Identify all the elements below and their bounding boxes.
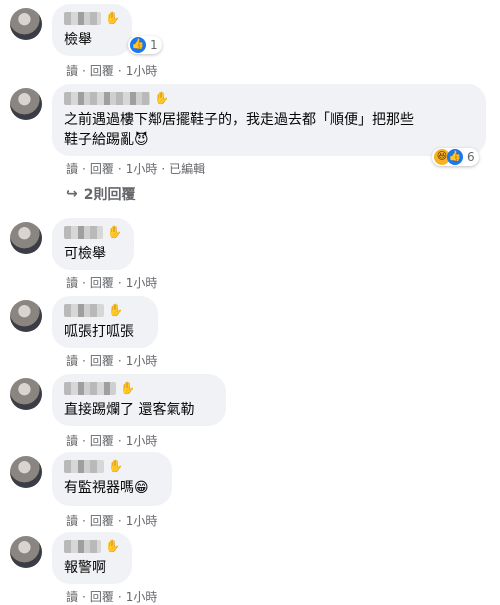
- comment-bubble: ✋ 檢舉: [52, 4, 132, 56]
- reply-link[interactable]: 回覆: [90, 512, 114, 529]
- timestamp[interactable]: 1小時: [126, 352, 158, 369]
- timestamp[interactable]: 1小時: [126, 432, 158, 449]
- wave-hand-icon: ✋: [105, 11, 120, 25]
- timestamp[interactable]: 1小時: [126, 160, 158, 177]
- comment-bubble: ✋ 有監視器嗎😁: [52, 452, 172, 506]
- read-link[interactable]: 讀: [66, 274, 78, 291]
- comment-actions: 讀 · 回覆 · 1小時: [66, 432, 158, 449]
- devil-emoji: 😈: [134, 132, 149, 148]
- avatar[interactable]: [10, 536, 42, 568]
- wave-hand-icon: ✋: [105, 539, 120, 553]
- like-icon: 👍: [130, 37, 146, 53]
- comment-text: 檢舉: [64, 32, 92, 48]
- timestamp[interactable]: 1小時: [126, 62, 158, 79]
- read-link[interactable]: 讀: [66, 352, 78, 369]
- wave-hand-icon: ✋: [108, 303, 123, 317]
- avatar[interactable]: [10, 378, 42, 410]
- commenter-name[interactable]: [64, 225, 104, 239]
- reply-link[interactable]: 回覆: [90, 352, 114, 369]
- commenter-name[interactable]: [64, 91, 150, 105]
- comment-bubble: ✋ 報警啊: [52, 532, 132, 584]
- commenter-name[interactable]: [64, 459, 104, 473]
- wave-hand-icon: ✋: [154, 91, 169, 105]
- comment-text: 可檢舉: [64, 246, 106, 262]
- reply-link[interactable]: 回覆: [90, 432, 114, 449]
- read-link[interactable]: 讀: [66, 588, 78, 605]
- commenter-name[interactable]: [64, 303, 104, 317]
- read-link[interactable]: 讀: [66, 512, 78, 529]
- like-icon: 👍: [447, 149, 463, 165]
- reply-arrow-icon: ↪: [66, 186, 78, 202]
- grin-emoji: 😁: [134, 480, 149, 496]
- commenter-name[interactable]: [64, 381, 116, 395]
- timestamp[interactable]: 1小時: [126, 274, 158, 291]
- commenter-name[interactable]: [64, 539, 102, 553]
- comment-actions: 讀 · 回覆 · 1小時: [66, 588, 158, 605]
- wave-hand-icon: ✋: [108, 459, 123, 473]
- comment-text: 直接踢爛了 還客氣勒: [64, 402, 195, 418]
- read-link[interactable]: 讀: [66, 160, 78, 177]
- edited-label: 已編輯: [169, 162, 206, 176]
- comment-text-line-1: 之前遇過樓下鄰居擺鞋子的，我走過去都「順便」把那些: [64, 112, 414, 128]
- avatar[interactable]: [10, 222, 42, 254]
- wave-hand-icon: ✋: [107, 225, 122, 239]
- comment-actions: 讀 · 回覆 · 1小時: [66, 62, 158, 79]
- reply-link[interactable]: 回覆: [90, 588, 114, 605]
- comment-bubble: ✋ 可檢舉: [52, 218, 134, 270]
- comment-actions: 讀 · 回覆 · 1小時 · 已編輯: [66, 160, 206, 177]
- read-link[interactable]: 讀: [66, 62, 78, 79]
- commenter-name[interactable]: [64, 11, 102, 25]
- timestamp[interactable]: 1小時: [126, 512, 158, 529]
- comment-bubble: ✋ 之前遇過樓下鄰居擺鞋子的，我走過去都「順便」把那些 鞋子給踢亂😈: [52, 84, 486, 156]
- timestamp[interactable]: 1小時: [126, 588, 158, 605]
- reaction-badge[interactable]: 👍 1: [128, 36, 162, 54]
- read-link[interactable]: 讀: [66, 432, 78, 449]
- comment-actions: 讀 · 回覆 · 1小時: [66, 274, 158, 291]
- reply-link[interactable]: 回覆: [90, 160, 114, 177]
- reply-link[interactable]: 回覆: [90, 62, 114, 79]
- avatar[interactable]: [10, 88, 42, 120]
- comment-bubble: ✋ 呱張打呱張: [52, 296, 158, 348]
- avatar[interactable]: [10, 456, 42, 488]
- wave-hand-icon: ✋: [120, 381, 135, 395]
- avatar[interactable]: [10, 300, 42, 332]
- reply-link[interactable]: 回覆: [90, 274, 114, 291]
- avatar[interactable]: [10, 8, 42, 40]
- comment-actions: 讀 · 回覆 · 1小時: [66, 352, 158, 369]
- view-replies-link[interactable]: ↪ 2則回覆: [66, 184, 135, 204]
- comment-text: 呱張打呱張: [64, 324, 134, 340]
- comment-actions: 讀 · 回覆 · 1小時: [66, 512, 158, 529]
- comment-bubble: ✋ 直接踢爛了 還客氣勒: [52, 374, 226, 426]
- comment-text: 有監視器嗎😁: [64, 480, 149, 496]
- comment-text: 報警啊: [64, 560, 106, 576]
- comment-text-line-2: 鞋子給踢亂😈: [64, 132, 149, 148]
- reaction-badge[interactable]: 😆 👍 6: [432, 148, 479, 166]
